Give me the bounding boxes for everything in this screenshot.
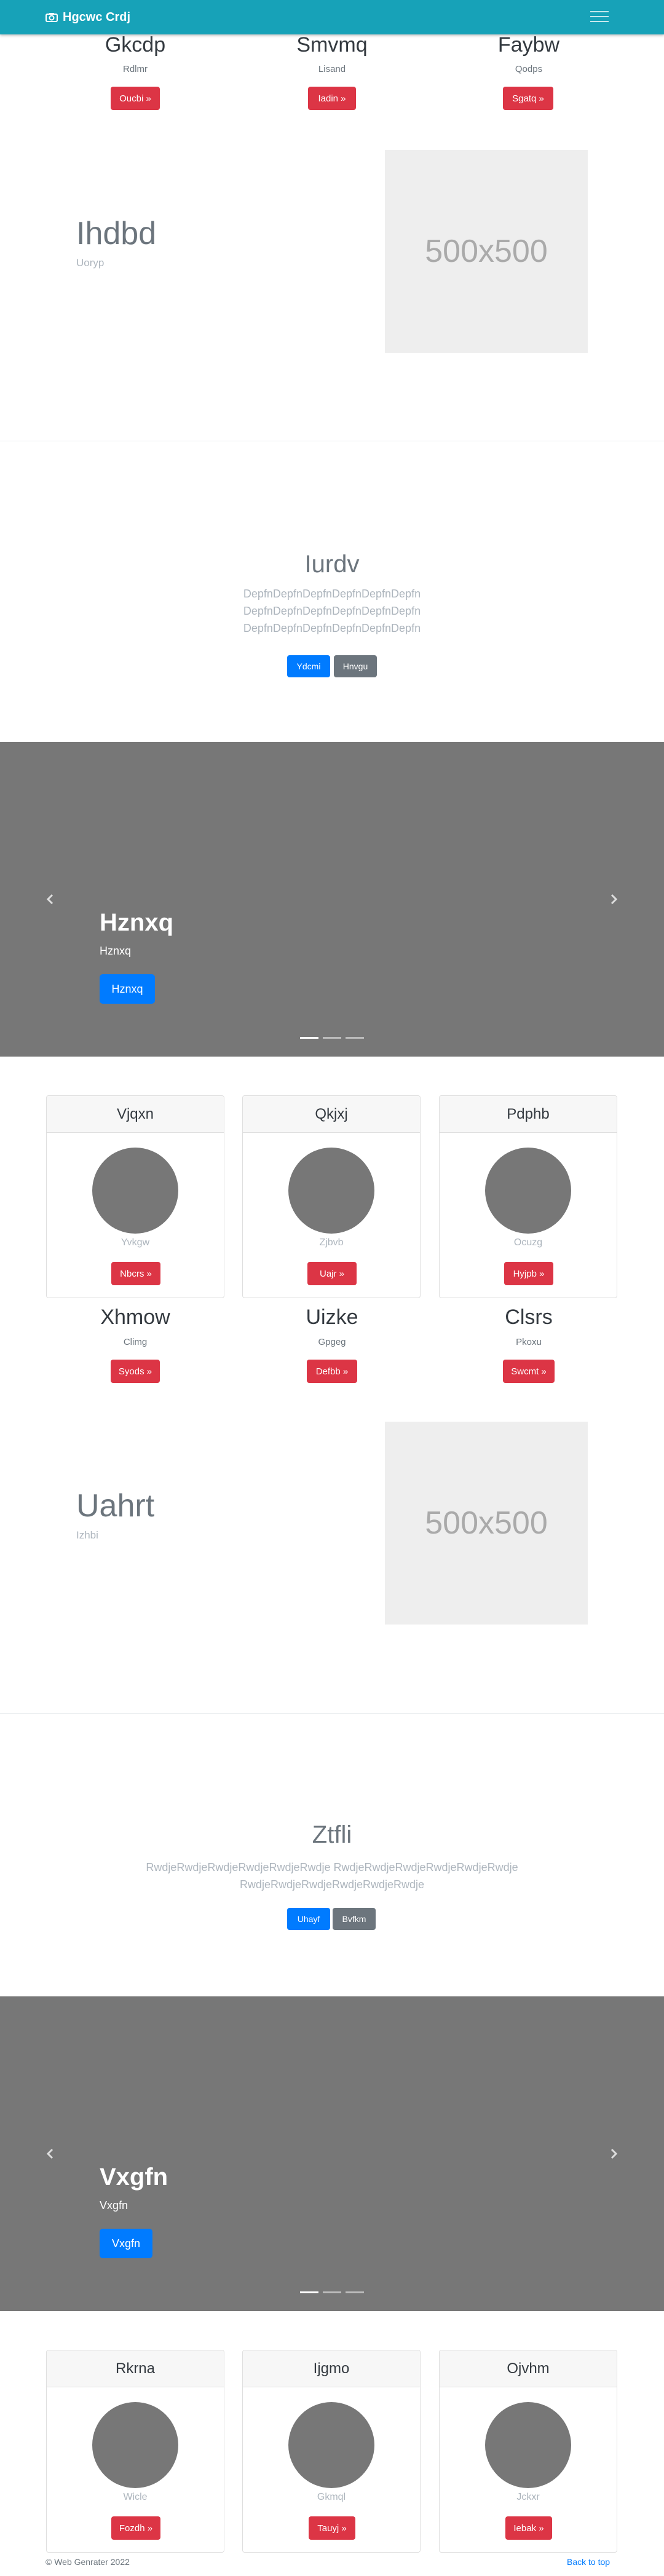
- col-subtitle: Lisand: [318, 64, 346, 74]
- placeholder-image: 500x500: [385, 1422, 588, 1625]
- chevron-right-icon[interactable]: [607, 2148, 620, 2160]
- card-button[interactable]: Hyjpb »: [504, 1262, 553, 1285]
- card-button[interactable]: Nbcrs »: [111, 1262, 160, 1285]
- feature-subheading: Izhbi: [76, 1529, 98, 1541]
- carousel-button[interactable]: Vxgfn: [100, 2229, 152, 2258]
- card-header: Ijgmo: [243, 2350, 420, 2387]
- col-subtitle: Pkoxu: [516, 1337, 542, 1347]
- jumbotron-line: DepfnDepfnDepfnDepfnDepfnDepfn: [243, 622, 421, 634]
- navbar-brand[interactable]: Hgcwc Crdj: [45, 10, 130, 25]
- col-button[interactable]: Sgatq »: [503, 87, 553, 110]
- col-title: Smvmq: [296, 33, 368, 57]
- col-title: Xhmow: [100, 1306, 170, 1329]
- footer-copyright: © Web Genrater 2022: [45, 2557, 130, 2567]
- placeholder-label: 500x500: [425, 234, 548, 269]
- card: Qkjxj Zjbvb Uajr »: [242, 1095, 421, 1298]
- jumbotron-line: DepfnDepfnDepfnDepfnDepfnDepfn: [243, 588, 421, 600]
- card: Ojvhm Jckxr Iebak »: [439, 2350, 617, 2553]
- col-title: Faybw: [497, 33, 560, 57]
- card: Vjqxn Yvkgw Nbcrs »: [46, 1095, 224, 1298]
- avatar: [485, 1148, 571, 1234]
- camera-icon: [45, 13, 58, 22]
- feature-heading: Uahrt: [76, 1488, 155, 1524]
- carousel-indicator[interactable]: [300, 1037, 318, 1039]
- card-header: Rkrna: [47, 2350, 224, 2387]
- col-button[interactable]: Defbb »: [307, 1360, 357, 1383]
- col-title: Gkcdp: [105, 33, 166, 57]
- primary-button[interactable]: Uhayf: [287, 1908, 330, 1930]
- card-text: Zjbvb: [319, 1237, 344, 1248]
- jumbotron-title: Ztfli: [312, 1821, 352, 1848]
- carousel-indicator[interactable]: [323, 2291, 341, 2293]
- chevron-left-icon[interactable]: [44, 893, 57, 905]
- primary-button[interactable]: Ydcmi: [287, 655, 330, 677]
- jumbotron-line: RwdjeRwdjeRwdjeRwdjeRwdjeRwdje RwdjeRwdj…: [146, 1861, 518, 1873]
- carousel-button[interactable]: Hznxq: [100, 974, 155, 1004]
- feature-subheading: Uoryp: [76, 257, 105, 269]
- carousel-caption-title: Vxgfn: [100, 2164, 168, 2191]
- carousel: Hznxq Hznxq Hznxq: [0, 742, 664, 1057]
- carousel-caption-text: Hznxq: [100, 945, 132, 957]
- carousel-indicator[interactable]: [300, 2291, 318, 2293]
- card-text: Jckxr: [516, 2492, 540, 2502]
- card-text: Yvkgw: [121, 1237, 150, 1248]
- carousel-indicator[interactable]: [346, 2291, 364, 2293]
- jumbotron-line: RwdjeRwdjeRwdjeRwdjeRwdjeRwdje: [239, 1878, 425, 1891]
- hamburger-icon[interactable]: [590, 7, 609, 26]
- carousel-caption-title: Hznxq: [100, 909, 173, 936]
- avatar: [288, 2402, 374, 2488]
- chevron-left-icon[interactable]: [44, 2148, 57, 2160]
- card-text: Gkmql: [317, 2492, 346, 2502]
- secondary-button[interactable]: Bvfkm: [333, 1908, 376, 1930]
- card-button[interactable]: Iebak »: [505, 2516, 552, 2540]
- col-button[interactable]: Syods »: [111, 1360, 160, 1383]
- carousel-caption-text: Vxgfn: [100, 2199, 128, 2212]
- col-button[interactable]: Iadin »: [308, 87, 356, 110]
- placeholder-image: 500x500: [385, 150, 588, 353]
- card-header: Pdphb: [440, 1096, 617, 1133]
- chevron-right-icon[interactable]: [607, 893, 620, 905]
- card-button[interactable]: Tauyj »: [309, 2516, 355, 2540]
- divider: [0, 1713, 664, 1714]
- col-title: Uizke: [306, 1306, 358, 1329]
- card: Ijgmo Gkmql Tauyj »: [242, 2350, 421, 2553]
- col-title: Clsrs: [505, 1306, 553, 1329]
- back-to-top-link[interactable]: Back to top: [567, 2557, 610, 2567]
- col-subtitle: Rdlmr: [123, 64, 148, 74]
- card-text: Wicle: [123, 2492, 148, 2502]
- secondary-button[interactable]: Hnvgu: [334, 655, 377, 677]
- avatar: [92, 1148, 178, 1234]
- col-button[interactable]: Oucbi »: [111, 87, 160, 110]
- placeholder-label: 500x500: [425, 1505, 548, 1541]
- card-header: Qkjxj: [243, 1096, 420, 1133]
- navbar: Hgcwc Crdj: [0, 0, 664, 34]
- jumbotron-title: Iurdv: [304, 551, 360, 578]
- avatar: [92, 2402, 178, 2488]
- card-text: Ocuzg: [513, 1237, 543, 1248]
- brand-label: Hgcwc Crdj: [63, 10, 131, 24]
- card: Rkrna Wicle Fozdh »: [46, 2350, 224, 2553]
- carousel-indicator[interactable]: [346, 1037, 364, 1039]
- col-subtitle: Gpgeg: [318, 1337, 346, 1347]
- card-button[interactable]: Uajr »: [307, 1262, 357, 1285]
- carousel: Vxgfn Vxgfn Vxgfn: [0, 1996, 664, 2311]
- card-button[interactable]: Fozdh »: [111, 2516, 160, 2540]
- col-button[interactable]: Swcmt »: [503, 1360, 555, 1383]
- avatar: [485, 2402, 571, 2488]
- carousel-indicator[interactable]: [323, 1037, 341, 1039]
- feature-heading: Ihdbd: [76, 216, 157, 251]
- col-subtitle: Climg: [123, 1337, 148, 1347]
- avatar: [288, 1148, 374, 1234]
- card-header: Vjqxn: [47, 1096, 224, 1133]
- card: Pdphb Ocuzg Hyjpb »: [439, 1095, 617, 1298]
- card-header: Ojvhm: [440, 2350, 617, 2387]
- jumbotron-line: DepfnDepfnDepfnDepfnDepfnDepfn: [243, 605, 421, 617]
- col-subtitle: Qodps: [515, 64, 543, 74]
